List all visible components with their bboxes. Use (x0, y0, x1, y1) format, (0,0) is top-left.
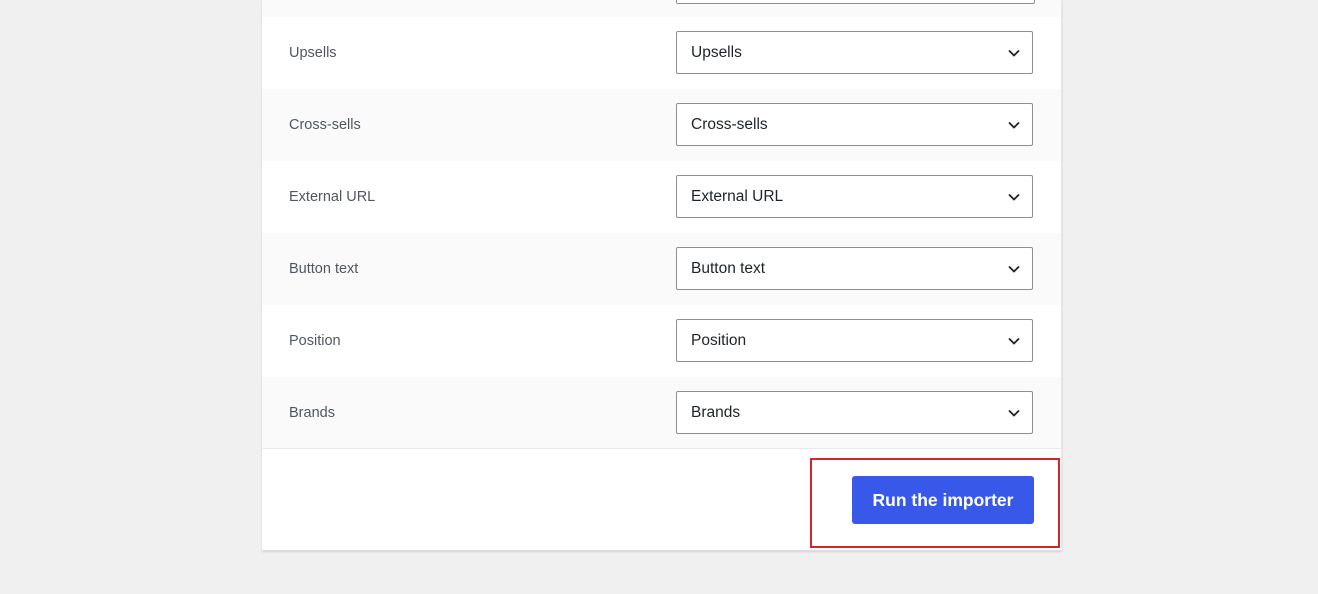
map-to-field-select-brands[interactable]: Brands (676, 391, 1033, 434)
chevron-down-icon (1008, 265, 1020, 273)
column-name-label: Button text (289, 261, 359, 277)
selected-field-value: Upsells (691, 44, 742, 61)
selected-field-value: Cross-sells (691, 116, 768, 133)
selected-field-value: Position (691, 332, 747, 349)
column-name-label: Cross-sells (289, 117, 361, 133)
mapping-row-button-text: Button text Button text (262, 233, 1061, 305)
chevron-down-icon (1008, 337, 1020, 345)
map-to-field-select-button-text[interactable]: Button text (676, 247, 1033, 290)
chevron-down-icon (1008, 193, 1020, 201)
chevron-down-icon (1008, 49, 1020, 57)
mapping-row-external-url: External URL External URL (262, 161, 1061, 233)
selected-field-value: Brands (691, 404, 741, 421)
column-name-label: Upsells (289, 45, 337, 61)
map-to-field-select-position[interactable]: Position (676, 319, 1033, 362)
mapping-row-position: Position Position (262, 305, 1061, 377)
chevron-down-icon (1008, 121, 1020, 129)
footer-divider (262, 448, 1061, 449)
column-name-label: Position (289, 333, 341, 349)
column-name-label: Brands (289, 405, 335, 421)
column-name-label: External URL (289, 189, 376, 205)
selected-field-value: Button text (691, 260, 766, 277)
map-to-field-select-cross-sells[interactable]: Cross-sells (676, 103, 1033, 146)
mapping-row-upsells: Upsells Upsells (262, 17, 1061, 89)
column-mapping-panel: Upsells Upsells Cross-sells Cross-sells … (262, 0, 1062, 551)
map-to-field-select-upsells[interactable]: Upsells (676, 31, 1033, 74)
mapping-row-brands: Brands Brands (262, 377, 1061, 449)
previous-select-edge[interactable] (676, 0, 1035, 4)
map-to-field-select-external-url[interactable]: External URL (676, 175, 1033, 218)
chevron-down-icon (1008, 409, 1020, 417)
selected-field-value: External URL (691, 188, 784, 205)
previous-row-remnant (262, 0, 1061, 17)
mapping-row-cross-sells: Cross-sells Cross-sells (262, 89, 1061, 161)
run-importer-button[interactable]: Run the importer (852, 476, 1034, 524)
